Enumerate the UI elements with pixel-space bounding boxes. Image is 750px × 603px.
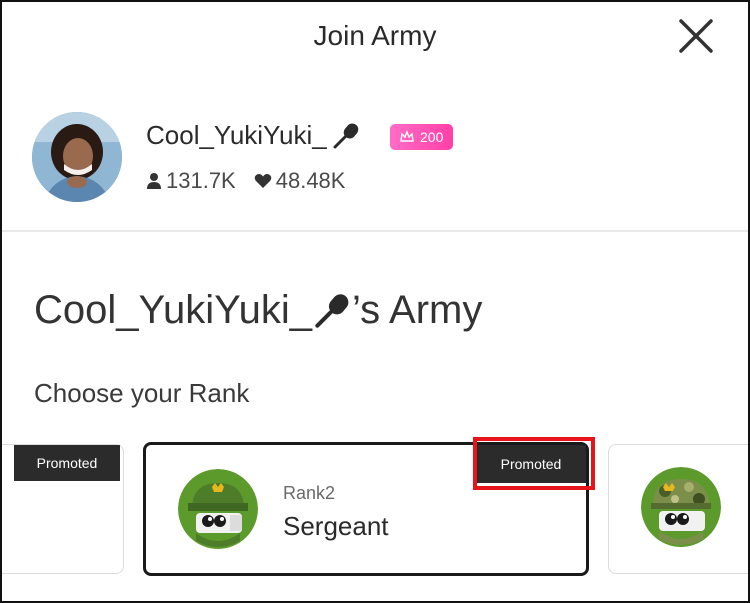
rank-name: Sergeant xyxy=(283,511,389,541)
rank-card-next[interactable] xyxy=(608,444,748,574)
rank-card-previous[interactable]: Promoted xyxy=(2,444,124,574)
microphone-icon xyxy=(333,122,358,148)
microphone-icon xyxy=(315,293,349,328)
badge-value: 200 xyxy=(420,129,444,145)
army-owner-name: Cool_YukiYuki_ xyxy=(34,288,312,332)
avatar[interactable] xyxy=(32,112,122,202)
person-icon xyxy=(147,173,161,189)
section-divider xyxy=(2,230,748,232)
rank-card-sergeant[interactable]: Promoted Rank2 Sergeant xyxy=(143,442,589,576)
heart-icon xyxy=(254,174,272,188)
close-button[interactable] xyxy=(678,18,714,54)
likes-count: 48.48K xyxy=(275,168,346,193)
rank-number: Rank2 xyxy=(283,483,336,503)
army-title-suffix: ’s Army xyxy=(351,288,483,332)
promoted-tag: Promoted xyxy=(14,445,120,481)
user-name[interactable]: Cool_YukiYuki_ xyxy=(146,120,361,151)
join-army-panel: Join Army Cool_YukiYuki_ 200 131.7K 48.4… xyxy=(0,0,750,603)
crown-icon xyxy=(400,130,414,142)
user-stats: 131.7K 48.48K xyxy=(146,168,345,194)
close-icon[interactable] xyxy=(678,18,714,54)
rank-section-label: Choose your Rank xyxy=(34,378,250,408)
soldier-avatar-icon xyxy=(178,469,258,549)
army-title: Cool_YukiYuki_ ’s Army xyxy=(34,288,482,333)
soldier-avatar-icon xyxy=(641,467,721,547)
user-photo xyxy=(32,112,122,202)
promoted-tag: Promoted xyxy=(476,445,586,483)
followers-stat: 131.7K xyxy=(146,168,236,194)
user-name-text: Cool_YukiYuki_ xyxy=(146,120,327,150)
followers-count: 131.7K xyxy=(166,168,236,193)
likes-stat: 48.48K xyxy=(254,168,346,194)
level-badge: 200 xyxy=(390,124,454,150)
page-title: Join Army xyxy=(313,20,437,51)
